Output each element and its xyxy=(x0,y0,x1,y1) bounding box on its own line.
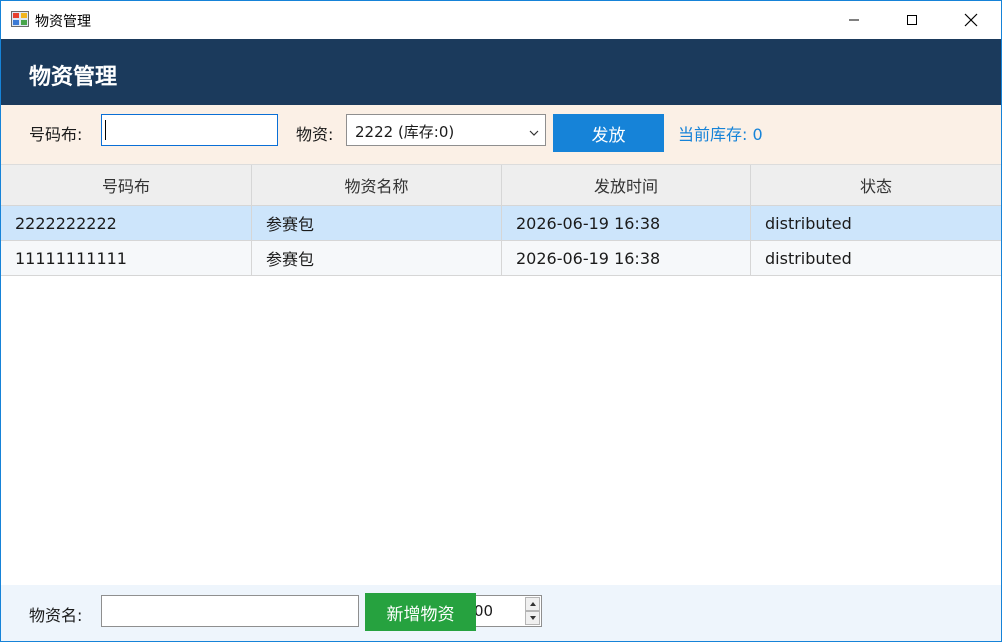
material-name-label: 物资名: xyxy=(29,606,83,625)
close-icon xyxy=(964,13,978,27)
title-bar: 物资管理 xyxy=(1,1,1001,39)
minimize-icon xyxy=(849,19,859,21)
cell-material-name[interactable]: 参赛包 xyxy=(252,206,502,240)
toolbar: 号码布: 物资: 2222 (库存:0) 发放 当前库存: 0 xyxy=(1,105,1001,165)
column-header-material-name[interactable]: 物资名称 xyxy=(252,165,502,205)
minimize-button[interactable] xyxy=(825,1,883,39)
cell-bib[interactable]: 11111111111 xyxy=(1,241,252,275)
bib-input[interactable] xyxy=(101,114,278,146)
cell-bib[interactable]: 2222222222 xyxy=(1,206,252,240)
column-header-issue-time[interactable]: 发放时间 xyxy=(502,165,751,205)
material-name-input[interactable] xyxy=(101,595,359,627)
window-title: 物资管理 xyxy=(35,14,91,30)
material-selected-value: 2222 (库存:0) xyxy=(355,123,455,141)
maximize-icon xyxy=(907,15,917,25)
caret-up-icon xyxy=(529,602,536,606)
footer-panel: 物资名: 00 新增物资 xyxy=(1,585,1001,641)
quantity-value: 00 xyxy=(474,602,494,620)
text-caret xyxy=(105,120,106,140)
page-title: 物资管理 xyxy=(29,65,118,90)
cell-issue-time[interactable]: 2026-06-19 16:38 xyxy=(502,206,751,240)
cell-status[interactable]: distributed xyxy=(751,206,1001,240)
issue-button[interactable]: 发放 xyxy=(553,114,664,152)
maximize-button[interactable] xyxy=(883,1,941,39)
table-header: 号码布 物资名称 发放时间 状态 xyxy=(1,165,1001,206)
spin-up-button[interactable] xyxy=(525,597,540,611)
bib-label: 号码布: xyxy=(29,125,83,144)
table-row[interactable]: 11111111111 参赛包 2026-06-19 16:38 distrib… xyxy=(1,241,1001,276)
quantity-stepper[interactable]: 00 xyxy=(471,595,542,627)
column-header-bib[interactable]: 号码布 xyxy=(1,165,252,205)
distribution-table: 号码布 物资名称 发放时间 状态 2222222222 参赛包 2026-06-… xyxy=(1,165,1001,585)
app-window: 物资管理 物资管理 号码布: 物资: 2222 (库存:0) 发放 当前库存: … xyxy=(0,0,1002,642)
cell-material-name[interactable]: 参赛包 xyxy=(252,241,502,275)
close-button[interactable] xyxy=(942,1,1000,39)
cell-issue-time[interactable]: 2026-06-19 16:38 xyxy=(502,241,751,275)
current-stock-label: 当前库存: 0 xyxy=(678,125,763,144)
material-label: 物资: xyxy=(296,125,334,144)
column-header-status[interactable]: 状态 xyxy=(751,165,1001,205)
cell-status[interactable]: distributed xyxy=(751,241,1001,275)
material-dropdown[interactable]: 2222 (库存:0) xyxy=(346,114,546,146)
table-row[interactable]: 2222222222 参赛包 2026-06-19 16:38 distribu… xyxy=(1,206,1001,241)
header-banner: 物资管理 xyxy=(1,39,1001,105)
app-window-icon xyxy=(11,11,29,27)
spin-down-button[interactable] xyxy=(525,611,540,625)
chevron-down-icon xyxy=(529,124,539,142)
add-material-button[interactable]: 新增物资 xyxy=(365,593,476,631)
caret-down-icon xyxy=(529,616,536,620)
